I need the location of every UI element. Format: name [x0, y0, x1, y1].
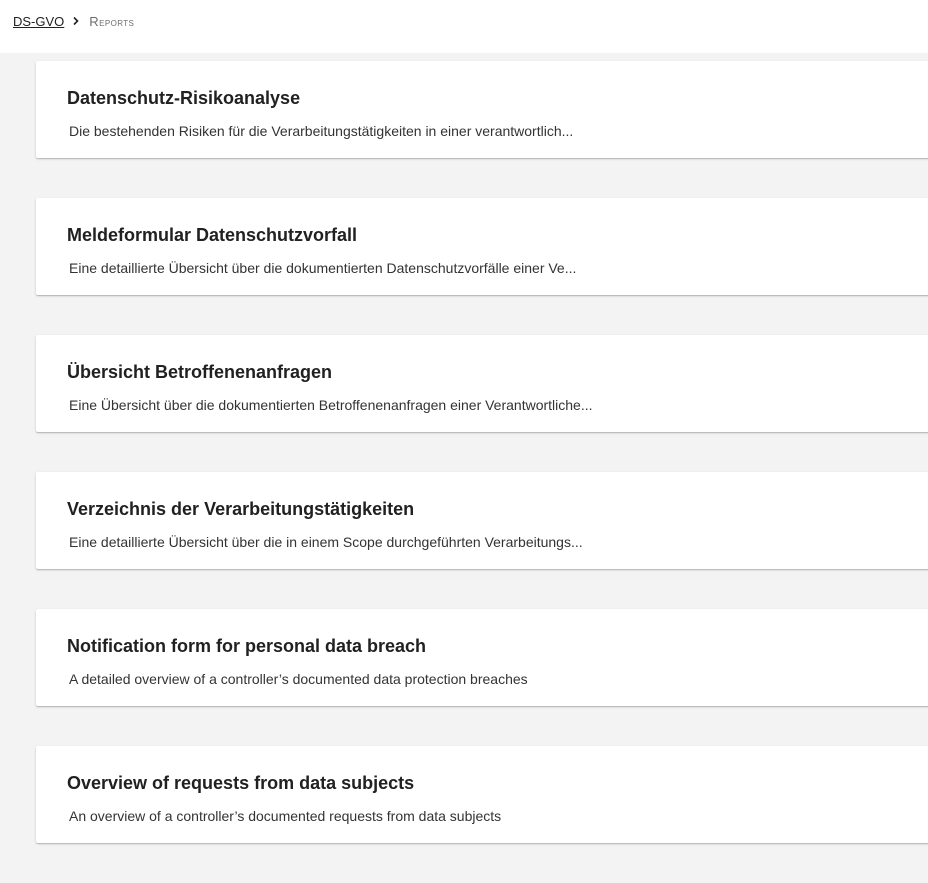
report-description: Eine detaillierte Übersicht über die in … — [69, 534, 583, 550]
report-card[interactable]: Übersicht Betroffenenanfragen Eine Übers… — [36, 335, 928, 432]
report-list: Datenschutz-Risikoanalyse Die bestehende… — [36, 61, 928, 883]
report-description: An overview of a controller’s documented… — [69, 808, 502, 824]
report-title: Datenschutz-Risikoanalyse — [67, 88, 301, 108]
breadcrumb-current-initial: R — [89, 13, 100, 29]
report-card[interactable]: Notification form for personal data brea… — [36, 609, 928, 706]
report-description: Die bestehenden Risiken für die Verarbei… — [69, 123, 574, 139]
breadcrumb-current: Reports — [89, 14, 134, 29]
report-description: Eine Übersicht über die dokumentierten B… — [69, 397, 593, 413]
report-card[interactable]: Meldeformular Datenschutzvorfall Eine de… — [36, 198, 928, 295]
report-title: Overview of requests from data subjects — [67, 773, 415, 793]
report-description: Eine detaillierte Übersicht über die dok… — [69, 260, 577, 276]
report-card[interactable]: Datenschutz-Risikoanalyse Die bestehende… — [36, 61, 928, 158]
breadcrumb-current-rest: eports — [99, 16, 135, 29]
chevron-right-icon — [73, 16, 79, 26]
breadcrumb-root-link[interactable]: DS-GVO — [13, 14, 64, 29]
top-bar: DS-GVO Reports — [0, 0, 928, 53]
report-title: Übersicht Betroffenenanfragen — [67, 362, 333, 382]
report-card[interactable]: Verzeichnis der Verarbeitungstätigkeiten… — [36, 472, 928, 569]
breadcrumb: DS-GVO Reports — [13, 12, 134, 30]
report-title: Notification form for personal data brea… — [67, 636, 427, 656]
report-description: A detailed overview of a controller’s do… — [69, 671, 528, 687]
report-card[interactable]: Overview of requests from data subjects … — [36, 746, 928, 843]
report-title: Meldeformular Datenschutzvorfall — [67, 225, 358, 245]
report-title: Verzeichnis der Verarbeitungstätigkeiten — [67, 499, 415, 519]
